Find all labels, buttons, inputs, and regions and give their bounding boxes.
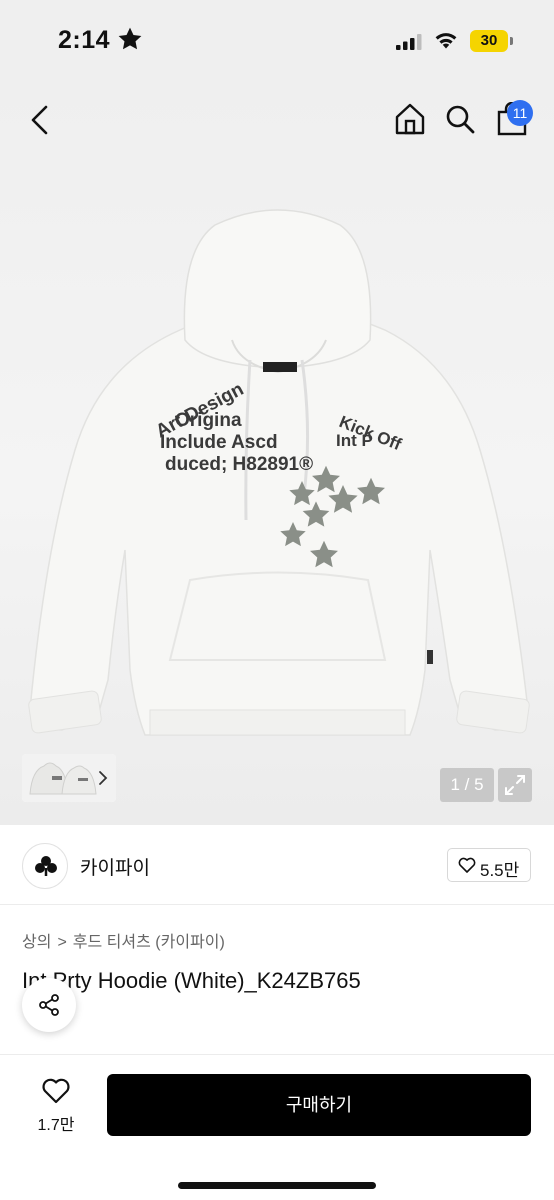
heart-icon xyxy=(458,857,476,873)
print-line-4: duced; H82891® xyxy=(165,454,313,475)
wifi-icon xyxy=(435,33,457,49)
store-row[interactable]: 카이파이 5.5만 xyxy=(0,825,554,905)
star-icon xyxy=(118,27,142,50)
battery-tip xyxy=(510,37,513,45)
home-icon[interactable] xyxy=(394,102,426,136)
product-like-count: 1.7만 xyxy=(37,1117,75,1134)
breadcrumb-separator: > xyxy=(57,934,67,951)
expand-icon xyxy=(505,775,525,795)
search-icon[interactable] xyxy=(445,104,475,134)
store-like-button[interactable]: 5.5만 xyxy=(447,848,531,882)
clover-icon xyxy=(35,856,57,876)
home-indicator xyxy=(178,1182,376,1189)
heart-icon[interactable] xyxy=(41,1077,71,1105)
bottom-action-bar: 1.7만 구매하기 xyxy=(0,1054,554,1200)
battery-indicator: 30 xyxy=(470,30,508,52)
breadcrumb-category[interactable]: 상의 xyxy=(22,934,51,951)
cart-count-badge: 11 xyxy=(507,100,533,126)
share-icon xyxy=(39,994,59,1016)
status-bar: 2:14 30 xyxy=(0,0,554,84)
print-line-2: Origina xyxy=(175,410,242,431)
signal-icon xyxy=(396,34,422,50)
store-like-count: 5.5만 xyxy=(480,861,520,880)
page-indicator: 1 / 5 xyxy=(440,768,494,802)
product-image: Art Design Origina Include Ascd duced; H… xyxy=(28,209,530,736)
back-icon[interactable] xyxy=(26,104,54,136)
buy-button[interactable]: 구매하기 xyxy=(107,1074,531,1136)
store-logo[interactable] xyxy=(22,843,68,889)
status-time: 2:14 xyxy=(58,26,111,54)
breadcrumb: 상의 > 후드 티셔츠 (카이파이) xyxy=(22,928,231,952)
print-line-6: Int P xyxy=(336,431,373,450)
chevron-right-icon[interactable] xyxy=(96,766,110,790)
breadcrumb-subcategory[interactable]: 후드 티셔츠 (카이파이) xyxy=(73,934,225,951)
print-line-3: Include Ascd xyxy=(160,432,278,453)
store-name[interactable]: 카이파이 xyxy=(80,853,150,880)
product-title: Int Prty Hoodie (White)_K24ZB765 xyxy=(22,968,361,993)
share-button[interactable] xyxy=(22,978,76,1032)
expand-button[interactable] xyxy=(498,768,532,802)
